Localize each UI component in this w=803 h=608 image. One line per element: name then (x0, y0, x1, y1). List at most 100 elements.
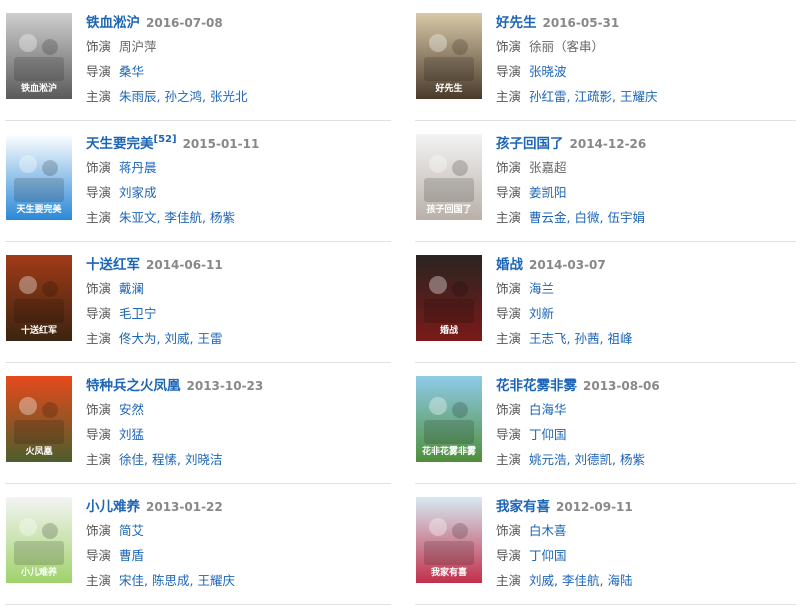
film-poster[interactable]: 十送红军 (6, 255, 72, 341)
cast-member-link[interactable]: 李佳航 (562, 573, 600, 588)
cast-line: 主演 姚元浩, 刘德凯, 杨紫 (496, 448, 660, 471)
cast-member-link[interactable]: 王志飞 (529, 331, 567, 346)
cast-member-link[interactable]: 朱亚文 (119, 210, 157, 225)
film-title-link[interactable]: 花非花雾非雾 (496, 378, 577, 394)
role-name[interactable]: 戴澜 (119, 281, 144, 296)
film-title-link[interactable]: 孩子回国了 (496, 136, 564, 152)
director-label: 导演 (86, 64, 112, 79)
cast-line: 主演 朱雨辰, 孙之鸿, 张光北 (86, 85, 247, 108)
film-card: 火凤凰 特种兵之火凤凰 2013-10-23 饰演 安然 导演 刘猛 主演 徐佳, 程愫, 刘晓… (6, 363, 386, 473)
cast-line: 主演 宋佳, 陈思成, 王耀庆 (86, 569, 235, 592)
poster-title-text: 婚战 (440, 324, 458, 336)
role-name[interactable]: 白木喜 (529, 523, 567, 538)
director-link[interactable]: 姜凯阳 (529, 185, 567, 200)
cast-separator: , (144, 573, 152, 588)
cast-member-link[interactable]: 孙茜 (574, 331, 599, 346)
film-row: 小儿难养 小儿难养 2013-01-22 饰演 简艾 导演 曹盾 主演 宋佳, 陈思成, 王耀庆… (0, 484, 803, 605)
cast-member-link[interactable]: 曹云金 (529, 210, 567, 225)
role-name: 徐丽（客串） (529, 39, 605, 54)
film-title-link[interactable]: 特种兵之火凤凰 (86, 378, 181, 394)
cast-member-link[interactable]: 李佳航 (164, 210, 202, 225)
cast-member-link[interactable]: 刘晓洁 (185, 452, 223, 467)
film-poster[interactable]: 小儿难养 (6, 497, 72, 583)
cast-member-link[interactable]: 伍宇娟 (607, 210, 645, 225)
cast-member-link[interactable]: 孙之鸿 (164, 89, 202, 104)
film-card: 我家有喜 我家有喜 2012-09-11 饰演 白木喜 导演 丁仰国 主演 刘威, 李佳航, 海… (416, 484, 796, 594)
cast-member-link[interactable]: 刘威 (529, 573, 554, 588)
film-title-link[interactable]: 铁血淞沪 (86, 15, 140, 31)
director-link[interactable]: 毛卫宁 (119, 306, 157, 321)
cast-member-link[interactable]: 佟大为 (119, 331, 157, 346)
cast-member-link[interactable]: 孙红雷 (529, 89, 567, 104)
title-line: 好先生 2016-05-31 (496, 13, 657, 33)
film-poster[interactable]: 我家有喜 (416, 497, 482, 583)
role-line: 饰演 白海华 (496, 398, 660, 421)
role-label: 饰演 (496, 402, 522, 417)
poster-title-text: 小儿难养 (20, 566, 57, 578)
cast-member-link[interactable]: 刘德凯 (574, 452, 612, 467)
role-name[interactable]: 安然 (119, 402, 144, 417)
cast-member-link[interactable]: 王耀庆 (197, 573, 235, 588)
director-link[interactable]: 丁仰国 (529, 427, 567, 442)
citation-ref[interactable]: [52] (154, 134, 177, 145)
film-poster[interactable]: 孩子回国了 (416, 134, 482, 220)
cast-member-link[interactable]: 杨紫 (620, 452, 645, 467)
role-name[interactable]: 蒋丹晨 (119, 160, 157, 175)
role-name[interactable]: 海兰 (529, 281, 554, 296)
film-poster[interactable]: 婚战 (416, 255, 482, 341)
cast-label: 主演 (86, 452, 112, 467)
cast-member-link[interactable]: 杨紫 (210, 210, 235, 225)
director-link[interactable]: 刘家成 (119, 185, 157, 200)
film-title-link[interactable]: 小儿难养 (86, 499, 140, 515)
director-link[interactable]: 桑华 (119, 64, 144, 79)
film-info: 婚战 2014-03-07 饰演 海兰 导演 刘新 主演 王志飞, 孙茜, 祖峰 (496, 255, 632, 350)
role-label: 饰演 (86, 402, 112, 417)
film-title-link[interactable]: 天生要完美 (86, 136, 154, 152)
cast-member-link[interactable]: 陈思成 (152, 573, 190, 588)
release-date: 2014-06-11 (146, 258, 223, 272)
role-label: 饰演 (496, 39, 522, 54)
role-name[interactable]: 简艾 (119, 523, 144, 538)
director-link[interactable]: 张晓波 (529, 64, 567, 79)
director-link[interactable]: 丁仰国 (529, 548, 567, 563)
film-poster[interactable]: 铁血淞沪 (6, 13, 72, 99)
cast-member-link[interactable]: 祖峰 (607, 331, 632, 346)
poster-title-text: 十送红军 (21, 324, 57, 336)
cast-member-link[interactable]: 徐佳 (119, 452, 144, 467)
cast-member-link[interactable]: 王雷 (197, 331, 222, 346)
poster-title-text: 铁血淞沪 (21, 82, 57, 94)
film-poster[interactable]: 好先生 (416, 13, 482, 99)
cast-member-link[interactable]: 白微 (574, 210, 599, 225)
cast-member-link[interactable]: 海陆 (607, 573, 632, 588)
film-row: 十送红军 十送红军 2014-06-11 饰演 戴澜 导演 毛卫宁 主演 佟大为, 刘威, 王雷… (0, 242, 803, 363)
director-link[interactable]: 刘猛 (119, 427, 144, 442)
director-link[interactable]: 曹盾 (119, 548, 144, 563)
film-title-link[interactable]: 十送红军 (86, 257, 140, 273)
cast-member-link[interactable]: 王耀庆 (620, 89, 658, 104)
film-poster[interactable]: 火凤凰 (6, 376, 72, 462)
film-card: 好先生 好先生 2016-05-31 饰演 徐丽（客串） 导演 张晓波 主演 孙红雷, 江疏影,… (416, 0, 796, 110)
director-link[interactable]: 刘新 (529, 306, 554, 321)
film-poster[interactable]: 天生要完美 (6, 134, 72, 220)
cast-member-link[interactable]: 宋佳 (119, 573, 144, 588)
film-title-link[interactable]: 婚战 (496, 257, 523, 273)
cast-member-link[interactable]: 姚元浩 (529, 452, 567, 467)
film-title-link[interactable]: 我家有喜 (496, 499, 550, 515)
cast-member-link[interactable]: 江疏影 (574, 89, 612, 104)
film-info: 铁血淞沪 2016-07-08 饰演 周沪萍 导演 桑华 主演 朱雨辰, 孙之鸿, 张光北 (86, 13, 247, 108)
poster-title-text: 天生要完美 (16, 203, 62, 215)
cast-member-link[interactable]: 刘威 (164, 331, 189, 346)
role-name[interactable]: 白海华 (529, 402, 567, 417)
cast-separator: , (202, 210, 210, 225)
row-divider (415, 604, 796, 605)
role-name: 张嘉超 (529, 160, 567, 175)
cast-member-link[interactable]: 朱雨辰 (119, 89, 157, 104)
cast-member-link[interactable]: 程愫 (152, 452, 177, 467)
cast-member-link[interactable]: 张光北 (210, 89, 248, 104)
title-line: 孩子回国了 2014-12-26 (496, 134, 646, 154)
role-label: 饰演 (86, 281, 112, 296)
release-date: 2014-12-26 (569, 137, 647, 151)
film-title-link[interactable]: 好先生 (496, 15, 537, 31)
film-poster[interactable]: 花非花雾非雾 (416, 376, 482, 462)
film-row: 铁血淞沪 铁血淞沪 2016-07-08 饰演 周沪萍 导演 桑华 主演 朱雨辰, 孙之鸿, 张… (0, 0, 803, 121)
